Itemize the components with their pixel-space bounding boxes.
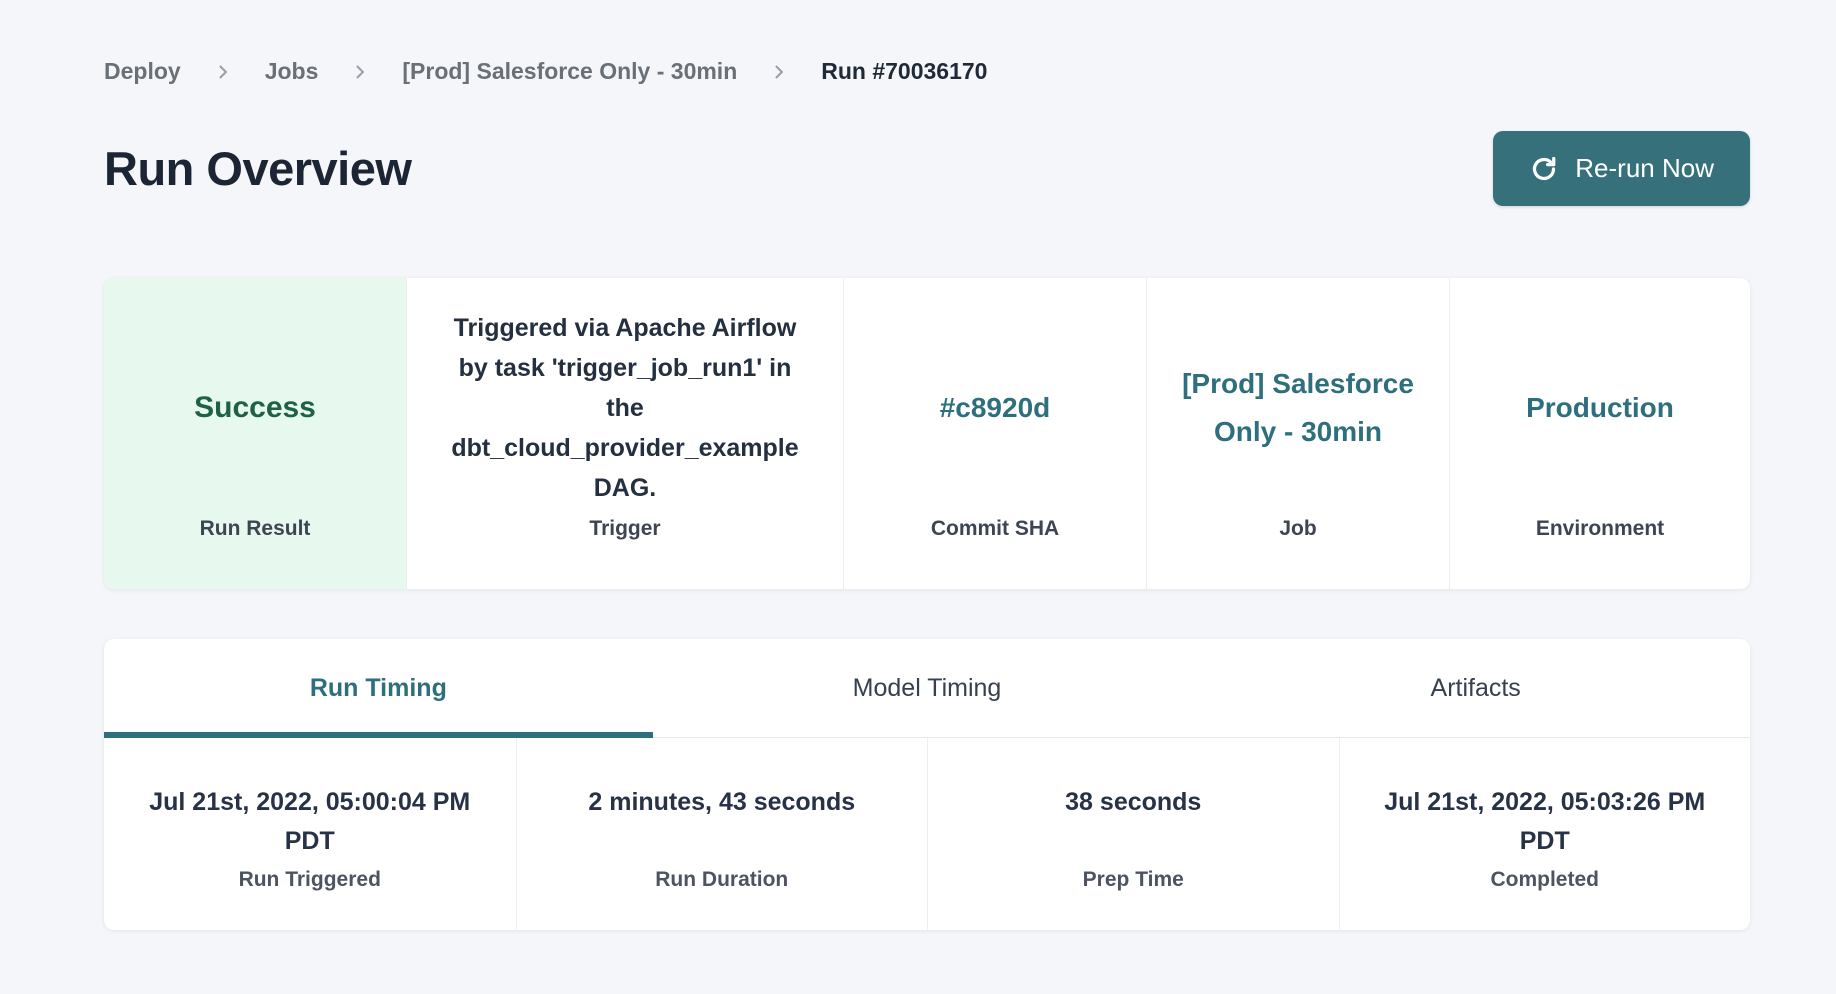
run-result-label: Run Result [104,517,406,589]
run-overview-page: Deploy Jobs [Prod] Salesforce Only - 30m… [104,0,1750,930]
job-label: Job [1147,517,1449,589]
trigger-card: Triggered via Apache Airflow by task 'tr… [406,278,843,589]
run-details-tabs: Run Timing Model Timing Artifacts [104,639,1750,738]
page-header: Run Overview Re-run Now [104,131,1750,206]
job-link[interactable]: [Prod] Salesforce Only - 30min [1177,360,1419,456]
environment-link[interactable]: Production [1526,384,1674,432]
completed-label: Completed [1340,868,1751,892]
prep-time-label: Prep Time [928,868,1339,892]
trigger-label: Trigger [407,517,843,589]
run-triggered-card: Jul 21st, 2022, 05:00:04 PM PDT Run Trig… [104,738,516,930]
rerun-now-label: Re-run Now [1575,153,1714,184]
commit-sha-label: Commit SHA [844,517,1146,589]
tab-artifacts[interactable]: Artifacts [1201,639,1750,737]
breadcrumb-item-job-name[interactable]: [Prod] Salesforce Only - 30min [402,58,737,85]
job-card: [Prod] Salesforce Only - 30min Job [1146,278,1449,589]
run-result-card: Success Run Result [104,278,406,589]
prep-time-card: 38 seconds Prep Time [927,738,1339,930]
commit-sha-link[interactable]: #c8920d [940,384,1051,432]
trigger-value: Triggered via Apache Airflow by task 'tr… [437,308,813,508]
page-title: Run Overview [104,141,411,196]
environment-card: Production Environment [1449,278,1750,589]
run-duration-label: Run Duration [517,868,928,892]
chevron-right-icon [769,62,789,82]
run-duration-value: 2 minutes, 43 seconds [517,783,928,865]
breadcrumb-current-run: Run #70036170 [821,58,987,85]
run-triggered-value: Jul 21st, 2022, 05:00:04 PM PDT [104,783,516,865]
run-duration-card: 2 minutes, 43 seconds Run Duration [516,738,928,930]
completed-card: Jul 21st, 2022, 05:03:26 PM PDT Complete… [1339,738,1751,930]
commit-sha-card: #c8920d Commit SHA [843,278,1146,589]
chevron-right-icon [213,62,233,82]
run-details-panel: Run Timing Model Timing Artifacts Jul 21… [104,639,1750,930]
run-result-value: Success [194,391,316,425]
breadcrumb-item-jobs[interactable]: Jobs [265,58,319,85]
breadcrumb: Deploy Jobs [Prod] Salesforce Only - 30m… [104,0,1750,85]
tab-model-timing[interactable]: Model Timing [653,639,1202,737]
prep-time-value: 38 seconds [928,783,1339,865]
refresh-icon [1529,154,1559,184]
chevron-right-icon [350,62,370,82]
run-summary-cards: Success Run Result Triggered via Apache … [104,278,1750,589]
environment-label: Environment [1450,517,1750,589]
run-timing-cards: Jul 21st, 2022, 05:00:04 PM PDT Run Trig… [104,738,1750,930]
tab-run-timing[interactable]: Run Timing [104,639,653,737]
breadcrumb-item-deploy[interactable]: Deploy [104,58,181,85]
completed-value: Jul 21st, 2022, 05:03:26 PM PDT [1340,783,1751,865]
rerun-now-button[interactable]: Re-run Now [1493,131,1750,206]
run-triggered-label: Run Triggered [104,868,516,892]
